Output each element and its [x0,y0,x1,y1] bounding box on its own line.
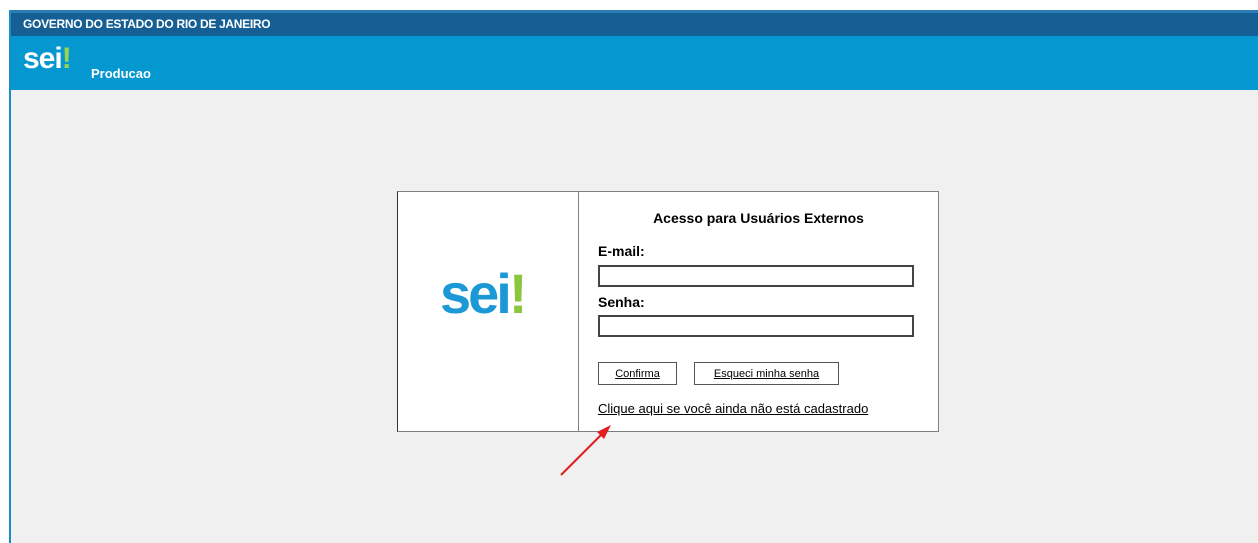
email-field[interactable] [598,265,914,287]
confirm-button[interactable]: Confirma [598,362,677,385]
government-title: GOVERNO DO ESTADO DO RIO DE JANEIRO [23,17,271,31]
browser-top-strip [0,0,1258,10]
login-logo-text: sei [440,262,512,325]
header-logo-text: sei [23,42,63,75]
login-title: Acesso para Usuários Externos [653,210,864,226]
government-bar: GOVERNO DO ESTADO DO RIO DE JANEIRO [11,10,1258,36]
login-panel: sei! Acesso para Usuários Externos E-mai… [397,191,939,432]
login-form: Acesso para Usuários Externos E-mail: Se… [579,192,938,431]
system-name: Producao [91,66,151,81]
sei-logo: sei! [440,266,527,322]
forgot-password-button[interactable]: Esqueci minha senha [694,362,839,385]
email-label: E-mail: [598,243,645,259]
login-logo-cell: sei! [398,192,579,431]
register-link[interactable]: Clique aqui se você ainda não está cadas… [598,401,868,416]
red-arrow-icon [560,425,611,476]
sei-header-logo[interactable]: sei! [23,42,72,75]
system-bar: sei! Producao [11,36,1258,90]
password-label: Senha: [598,294,645,310]
header-logo-mark: ! [61,42,72,75]
login-logo-mark: ! [508,262,528,325]
password-field[interactable] [598,315,914,337]
